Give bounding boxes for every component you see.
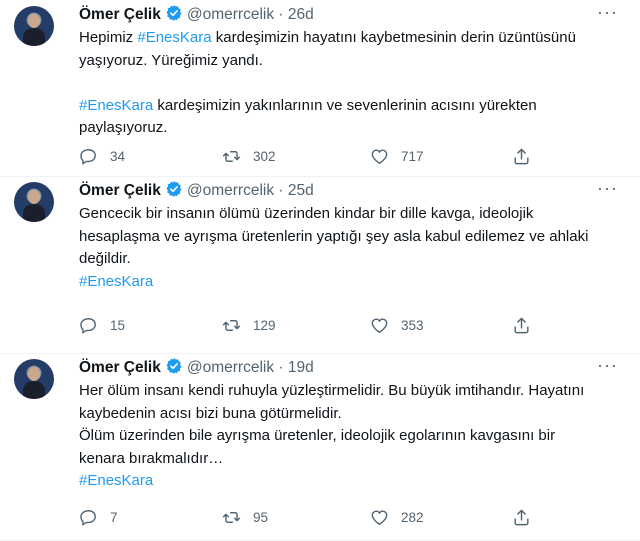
tweet-text: Hepimiz #EnesKara kardeşimizin hayatını … [79,27,619,140]
more-options-icon[interactable]: ··· [597,178,618,199]
tweet-line: Ölüm üzerinden bile ayrışma üretenler, i… [79,427,556,444]
reply-button[interactable]: 7 [79,508,118,527]
share-icon [514,509,529,526]
author-name[interactable]: Ömer Çelik [79,359,161,376]
separator-dot: · [278,6,284,23]
share-button[interactable] [512,316,543,335]
retweet-button[interactable]: 302 [222,147,276,166]
tweet-header: Ömer Çelik @omerrcelik · 19d [79,357,314,381]
tweet-line: yaşıyoruz. Yüreğimiz yandı. [79,51,263,69]
author-name[interactable]: Ömer Çelik [79,6,161,23]
retweet-count: 129 [253,318,276,333]
separator-dot: · [278,359,284,376]
tweet-time[interactable]: 19d [288,359,314,376]
reply-count: 7 [110,510,118,525]
share-button[interactable] [512,147,543,166]
hashtag-link[interactable]: #EnesKara [79,97,153,114]
tweet-line: #EnesKara kardeşimizin yakınlarının ve s… [79,96,537,114]
avatar[interactable] [14,182,54,222]
like-button[interactable]: 353 [370,316,424,335]
like-count: 353 [401,318,424,333]
like-button[interactable]: 282 [370,508,424,527]
heart-icon [371,149,388,165]
more-options-icon[interactable]: ··· [597,355,618,376]
tweet-line: #EnesKara [79,271,619,294]
share-icon [514,148,529,165]
tweet[interactable]: Ömer Çelik @omerrcelik · 19d ··· Her ölüm… [0,353,640,541]
heart-icon [371,510,388,526]
tweet[interactable]: Ömer Çelik @omerrcelik · 25d ··· Gencecik… [0,176,640,354]
tweet-line: #EnesKara [79,470,619,493]
tweet-time[interactable]: 25d [288,182,314,199]
tweet-line: kenara bırakmalıdır… [79,449,224,467]
verified-badge-icon [165,180,183,204]
tweet-header: Ömer Çelik @omerrcelik · 26d [79,4,314,28]
more-options-icon[interactable]: ··· [597,2,618,23]
author-handle[interactable]: @omerrcelik [187,182,274,199]
hashtag-link[interactable]: #EnesKara [79,273,153,290]
tweet-text: Her ölüm insanı kendi ruhuyla yüzleştirm… [79,380,619,493]
avatar[interactable] [14,6,54,46]
tweet-actions: 15 129 353 [79,316,539,336]
heart-icon [371,318,388,334]
separator-dot: · [278,182,284,199]
author-name[interactable]: Ömer Çelik [79,182,161,199]
hashtag-link[interactable]: #EnesKara [137,29,211,46]
share-button[interactable] [512,508,543,527]
author-handle[interactable]: @omerrcelik [187,359,274,376]
hashtag-link[interactable]: #EnesKara [79,472,153,489]
reply-icon [80,149,96,165]
retweet-button[interactable]: 95 [222,508,268,527]
tweet-header: Ömer Çelik @omerrcelik · 25d [79,180,314,204]
tweet-actions: 34 302 717 [79,147,539,167]
retweet-count: 302 [253,149,276,164]
verified-badge-icon [165,357,183,381]
author-handle[interactable]: @omerrcelik [187,6,274,23]
retweet-icon [222,512,241,523]
retweet-icon [222,151,241,162]
verified-badge-icon [165,4,183,28]
reply-icon [80,318,96,334]
retweet-button[interactable]: 129 [222,316,276,335]
tweet-text: Gencecik bir insanın ölümü üzerinden kin… [79,203,619,293]
tweet-line: kaybedenin acısı bizi buna götürmelidir. [79,404,342,422]
reply-button[interactable]: 34 [79,147,125,166]
reply-count: 15 [110,318,126,333]
tweet-line: Her ölüm insanı kendi ruhuyla yüzleştirm… [79,382,585,399]
reply-count: 34 [110,149,126,164]
reply-icon [80,510,96,526]
avatar[interactable] [14,359,54,399]
like-count: 717 [401,149,424,164]
tweet-time[interactable]: 26d [288,6,314,23]
retweet-icon [222,320,241,331]
tweet-actions: 7 95 282 [79,508,539,528]
retweet-count: 95 [253,510,269,525]
tweet-line: Hepimiz #EnesKara kardeşimizin hayatını … [79,29,576,46]
tweet-line: değildir. [79,250,131,267]
like-button[interactable]: 717 [370,147,424,166]
tweet-line: Gencecik bir insanın ölümü üzerinden kin… [79,205,534,222]
tweet-line: hesaplaşma ve ayrışma üretenlerin yaptığ… [79,227,589,245]
like-count: 282 [401,510,424,525]
share-icon [514,317,529,334]
tweet-line: paylaşıyoruz. [79,119,168,136]
tweet[interactable]: Ömer Çelik @omerrcelik · 26d ··· Hepimiz … [0,0,640,177]
reply-button[interactable]: 15 [79,316,125,335]
